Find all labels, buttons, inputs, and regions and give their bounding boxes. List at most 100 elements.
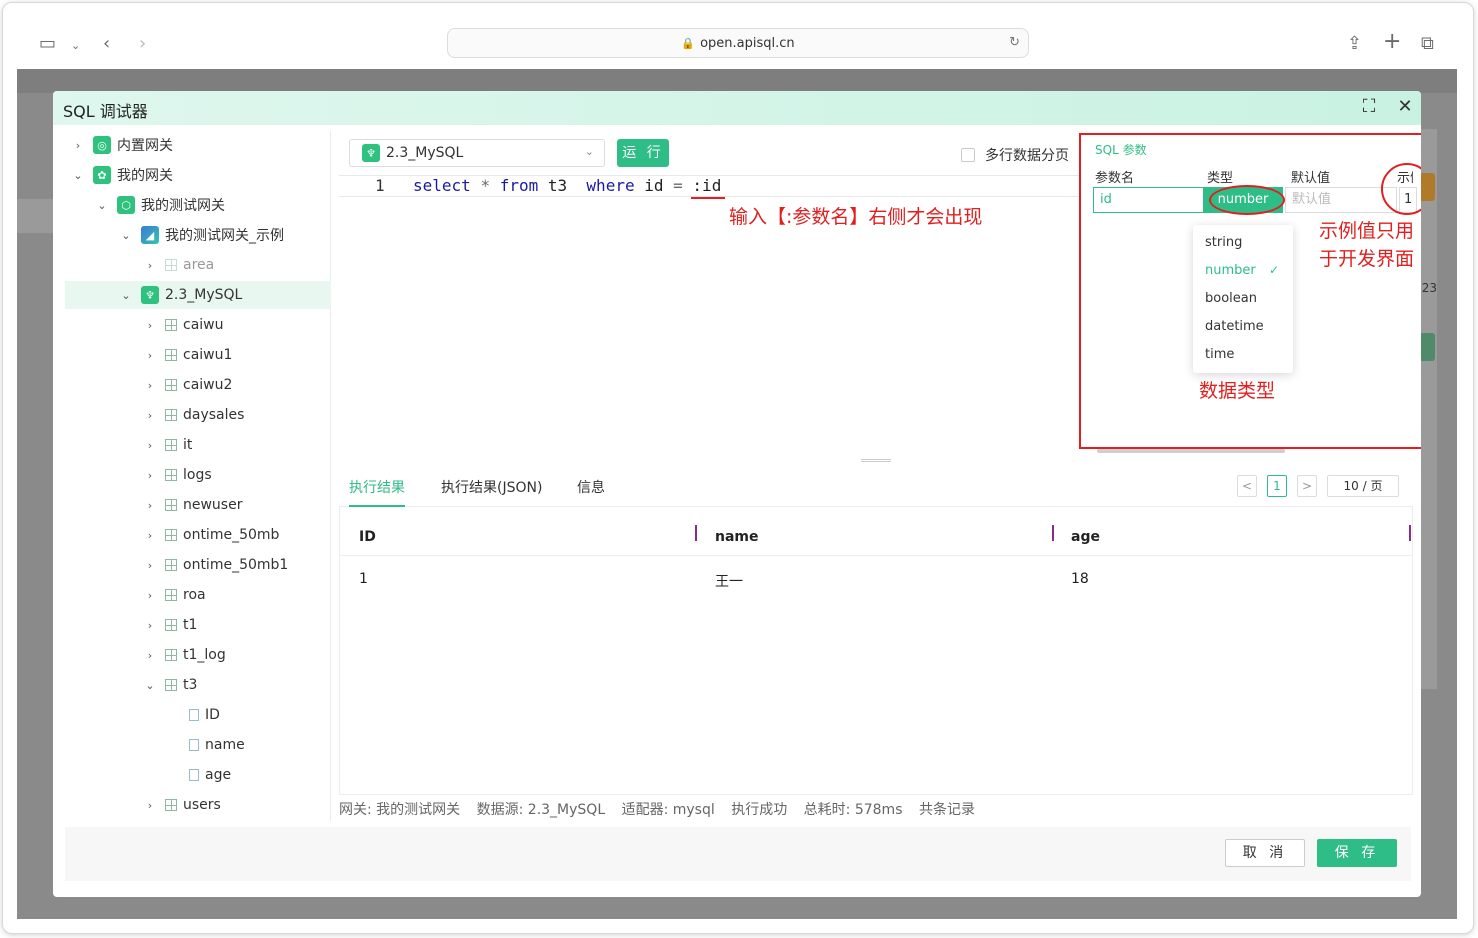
status-records: 共条记录 [918,802,975,818]
tree-node-table[interactable]: › daysales [65,401,331,429]
sidebar-toggle-icon[interactable]: ▭ [39,35,56,53]
editor-toolbar: ♆ 2.3_MySQL ⌄ 运 行 多行数据分页 [339,131,1077,171]
column-icon [189,709,199,721]
table-icon [165,409,177,421]
column-resize-handle[interactable] [1409,525,1411,541]
table-icon [165,559,177,571]
chevron-down-icon[interactable]: ⌄ [95,199,109,212]
new-tab-icon[interactable]: + [1383,31,1401,53]
table-icon [165,649,177,661]
line-number: 1 [375,176,385,195]
results-panel: 执行结果 执行结果(JSON) 信息 < 1 > 10 / 页 ID name … [339,465,1413,801]
forward-icon[interactable]: › [139,35,146,53]
chevron-right-icon[interactable]: › [143,259,157,272]
datasource-select[interactable]: ♆ 2.3_MySQL ⌄ [349,139,605,167]
fullscreen-icon[interactable]: ⛶ [1359,97,1379,117]
tree-node-column[interactable]: name [65,731,331,759]
mysql-icon: ♆ [362,144,380,162]
multi-row-paging-checkbox[interactable] [961,148,975,162]
sql-editor[interactable]: 1 select * from t3 where id = :id [339,175,1079,197]
chevron-right-icon[interactable]: › [143,469,157,482]
tree-node-builtin-gateway[interactable]: › ◎ 内置网关 [65,131,331,159]
tree-node-table[interactable]: › newuser [65,491,331,519]
table-icon [165,349,177,361]
chevron-down-icon[interactable]: ⌄ [119,289,133,302]
chevron-right-icon[interactable]: › [143,409,157,422]
tree-node-test-gateway-example[interactable]: ⌄ ◢ 我的测试网关_示例 [65,221,331,249]
chevron-right-icon[interactable]: › [71,139,85,152]
share-icon[interactable]: ⇪ [1347,35,1362,53]
chevron-down-icon[interactable]: ⌄ [71,37,80,55]
table-icon [165,679,177,691]
chevron-right-icon[interactable]: › [143,319,157,332]
chevron-right-icon[interactable]: › [143,619,157,632]
chevron-right-icon[interactable]: › [143,649,157,662]
tree-node-table[interactable]: › caiwu [65,311,331,339]
tree-node-column[interactable]: age [65,761,331,789]
background-topbar [17,69,1457,93]
tree-node-test-gateway[interactable]: ⌄ ⬡ 我的测试网关 [65,191,331,219]
column-header-age: age [1071,529,1100,545]
chevron-right-icon[interactable]: › [143,799,157,812]
chevron-right-icon[interactable]: › [143,379,157,392]
status-gateway: 网关: 我的测试网关 [339,802,461,818]
status-bar: 网关: 我的测试网关 数据源: 2.3_MySQL 适配器: mysql 执行成… [339,799,987,819]
pane-splitter[interactable] [861,459,891,462]
tree-node-mysql[interactable]: ⌄ ♆ 2.3_MySQL [65,281,331,309]
tab-result[interactable]: 执行结果 [349,477,405,497]
column-header-name: name [715,529,759,545]
chevron-down-icon[interactable]: ⌄ [119,229,133,242]
tree-node-table[interactable]: › t1_log [65,641,331,669]
reload-icon[interactable]: ↻ [1009,35,1020,50]
modal-header: SQL 调试器 ⛶ ✕ [53,91,1421,125]
tree-node-column[interactable]: ID [65,701,331,729]
tree-node-table[interactable]: › caiwu1 [65,341,331,369]
chevron-right-icon[interactable]: › [143,349,157,362]
params-scrollbar[interactable] [1097,449,1285,453]
tree-node-table[interactable]: › logs [65,461,331,489]
address-bar[interactable]: 🔒 open.apisql.cn ↻ [447,28,1029,58]
tree-node-table[interactable]: › ontime_50mb1 [65,551,331,579]
close-icon[interactable]: ✕ [1395,97,1415,117]
back-icon[interactable]: ‹ [103,35,110,53]
page-size-select[interactable]: 10 / 页 [1327,475,1399,497]
table-cell: 1 [359,571,368,587]
annotation-underline [691,197,725,199]
tree-node-table[interactable]: › it [65,431,331,459]
tree-node-table[interactable]: › caiwu2 [65,371,331,399]
tree-node-table[interactable]: › t1 [65,611,331,639]
tab-info[interactable]: 信息 [577,477,605,497]
sql-code[interactable]: select * from t3 where id = :id [413,176,721,196]
cancel-button[interactable]: 取 消 [1225,839,1305,867]
tree-node-area[interactable]: › area [65,251,331,279]
save-button[interactable]: 保 存 [1317,839,1397,867]
pager-current-page[interactable]: 1 [1267,475,1287,497]
annotation-box [1079,133,1421,449]
tabs-overview-icon[interactable]: ⧉ [1421,35,1434,53]
multi-row-paging-option[interactable]: 多行数据分页 [961,145,1069,165]
tree-node-table[interactable]: › users [65,791,331,819]
pager-prev-button[interactable]: < [1237,475,1257,497]
column-resize-handle[interactable] [695,525,697,541]
annotation-oval-type [1209,185,1285,215]
pager-next-button[interactable]: > [1297,475,1317,497]
table-icon [165,469,177,481]
status-datasource: 数据源: 2.3_MySQL [476,802,606,818]
tree-node-table-t3[interactable]: ⌄ t3 [65,671,331,699]
tree-node-table[interactable]: › ontime_50mb [65,521,331,549]
run-button[interactable]: 运 行 [617,139,669,167]
column-resize-handle[interactable] [1052,525,1054,541]
background-sidebar-row [17,199,57,233]
chevron-down-icon[interactable]: ⌄ [71,169,85,182]
modal-footer: 取 消 保 存 [65,827,1411,881]
chevron-right-icon[interactable]: › [143,589,157,602]
chevron-right-icon[interactable]: › [143,439,157,452]
chevron-right-icon[interactable]: › [143,499,157,512]
chevron-right-icon[interactable]: › [143,529,157,542]
table-icon [165,439,177,451]
tab-result-json[interactable]: 执行结果(JSON) [441,477,542,497]
tree-node-table[interactable]: › roa [65,581,331,609]
tree-node-my-gateway[interactable]: ⌄ ✿ 我的网关 [65,161,331,189]
chevron-down-icon[interactable]: ⌄ [143,679,157,692]
chevron-right-icon[interactable]: › [143,559,157,572]
